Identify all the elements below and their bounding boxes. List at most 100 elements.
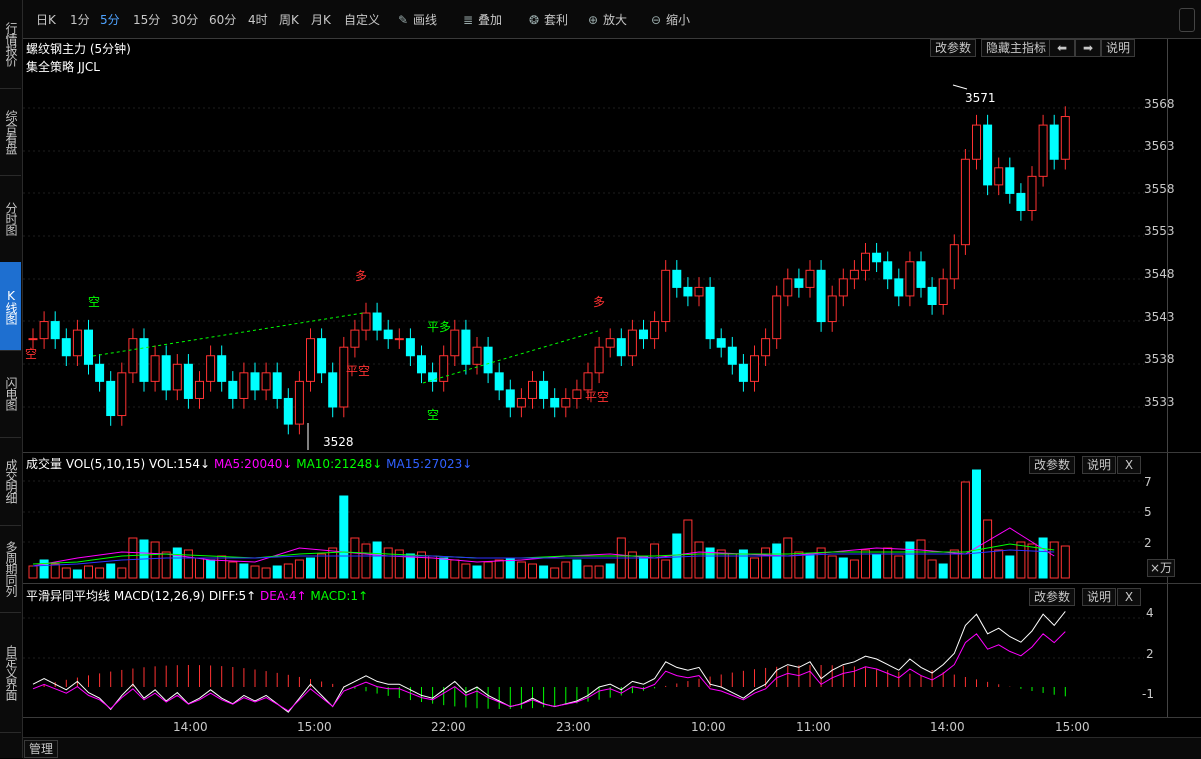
volume-bar <box>838 557 848 579</box>
sidebar-tab[interactable]: 闪电图 <box>0 350 21 438</box>
candle-body <box>594 346 604 374</box>
time-axis: 14:00 15:00 22:00 23:00 10:00 11:00 14:0… <box>23 717 1201 738</box>
candle-body <box>383 329 393 340</box>
volume-bar <box>250 565 260 579</box>
candle-body <box>727 346 737 365</box>
volume-bar <box>428 555 438 579</box>
period-4h[interactable]: 4时 <box>248 11 268 28</box>
volume-bar <box>927 559 937 579</box>
volume-bar <box>583 565 593 579</box>
draw-line-button[interactable]: ✎ 画线 <box>396 11 437 28</box>
pencil-icon: ✎ <box>397 13 409 27</box>
candle-body <box>161 355 171 391</box>
volume-bar <box>172 547 182 579</box>
y-tick: 3533 <box>1144 395 1175 409</box>
volume-bar <box>350 537 360 579</box>
volume-bar <box>1038 537 1048 579</box>
sidebar-tab[interactable]: 多周期同列 <box>0 525 21 613</box>
y-tick: 3548 <box>1144 267 1175 281</box>
period-day[interactable]: 日K <box>36 11 56 28</box>
volume-bar <box>1060 545 1070 579</box>
time-tick: 11:00 <box>796 720 831 734</box>
volume-bar <box>239 563 249 579</box>
period-week[interactable]: 周K <box>279 11 299 28</box>
volume-bar <box>383 547 393 579</box>
candle-body <box>516 397 526 408</box>
volume-bar <box>1005 555 1015 579</box>
arbitrage-button[interactable]: ❂ 套利 <box>527 11 568 28</box>
period-60min[interactable]: 60分 <box>209 11 236 28</box>
candle-body <box>661 269 671 323</box>
period-month[interactable]: 月K <box>311 11 331 28</box>
high-marker <box>952 84 968 90</box>
volume-bar <box>50 563 60 579</box>
y-tick: 3563 <box>1144 139 1175 153</box>
candle-body <box>1049 124 1059 160</box>
volume-bar <box>283 563 293 579</box>
volume-bar <box>217 555 227 579</box>
volume-bar <box>1027 543 1037 579</box>
chart-canvas: 35713528空空多平空平多空多平空 <box>23 84 1144 713</box>
time-tick: 10:00 <box>691 720 726 734</box>
manage-button[interactable]: 管理 <box>24 740 59 758</box>
volume-bar <box>572 559 582 579</box>
volume-bar <box>106 563 116 579</box>
period-30min[interactable]: 30分 <box>171 11 198 28</box>
stack-icon: ≣ <box>462 13 474 27</box>
period-5min[interactable]: 5分 <box>100 11 120 28</box>
sidebar-tab[interactable]: K线图 <box>0 262 21 351</box>
candle-body <box>716 338 726 348</box>
signal-label: 空 <box>88 295 100 309</box>
volume-bar <box>683 519 693 579</box>
candle-body <box>61 338 71 357</box>
candle-body <box>139 338 149 382</box>
volume-bar <box>372 541 382 579</box>
volume-bar <box>594 565 604 579</box>
candle-body <box>350 329 360 348</box>
candle-body <box>883 261 893 280</box>
zoom-out-button[interactable]: ⊖ 缩小 <box>649 11 690 28</box>
candle-body <box>949 244 959 280</box>
candle-body <box>461 329 471 365</box>
volume-bar <box>206 559 216 579</box>
candle-body <box>272 372 282 399</box>
sidebar-tab[interactable]: 成交明细 <box>0 437 21 526</box>
vol-y-tick: 7 <box>1144 475 1152 489</box>
sidebar-tab[interactable]: 分时图 <box>0 175 21 263</box>
candle-body <box>239 372 249 399</box>
zoom-in-button[interactable]: ⊕ 放大 <box>586 11 627 28</box>
candle-body <box>39 321 49 340</box>
candle-body <box>283 397 293 425</box>
candle-body <box>572 389 582 399</box>
overlay-button[interactable]: ≣ 叠加 <box>461 11 502 28</box>
period-15min[interactable]: 15分 <box>133 11 160 28</box>
period-custom[interactable]: 自定义 <box>344 11 380 28</box>
candle-body <box>616 338 626 357</box>
volume-bar <box>306 557 315 579</box>
sidebar-tab[interactable]: 行情报价 <box>0 0 21 89</box>
candle-body <box>583 372 593 391</box>
sidebar-tab[interactable]: 综合看盘 <box>0 88 21 176</box>
volume-bar <box>750 557 759 579</box>
macd-y-axis <box>1167 584 1168 718</box>
volume-bar <box>783 537 793 579</box>
candle-body <box>539 380 549 399</box>
signal-label: 空 <box>427 408 439 422</box>
candle-body <box>428 372 438 382</box>
candle-body <box>394 338 404 341</box>
volume-bar <box>61 567 71 579</box>
candle-body <box>328 372 338 408</box>
candle-body <box>561 397 571 408</box>
sidebar-tab[interactable]: 自定义界面 <box>0 612 21 733</box>
toolbar-scroll-handle[interactable] <box>1179 8 1195 32</box>
candle-body <box>772 295 782 340</box>
candle-body <box>705 286 715 340</box>
candle-body <box>938 278 948 305</box>
period-1min[interactable]: 1分 <box>70 11 90 28</box>
volume-bar <box>150 541 160 579</box>
volume-bar <box>84 565 93 579</box>
candle-body <box>872 252 882 263</box>
candle-body <box>972 124 981 160</box>
volume-bar <box>261 567 271 579</box>
y-tick: 3558 <box>1144 182 1175 196</box>
